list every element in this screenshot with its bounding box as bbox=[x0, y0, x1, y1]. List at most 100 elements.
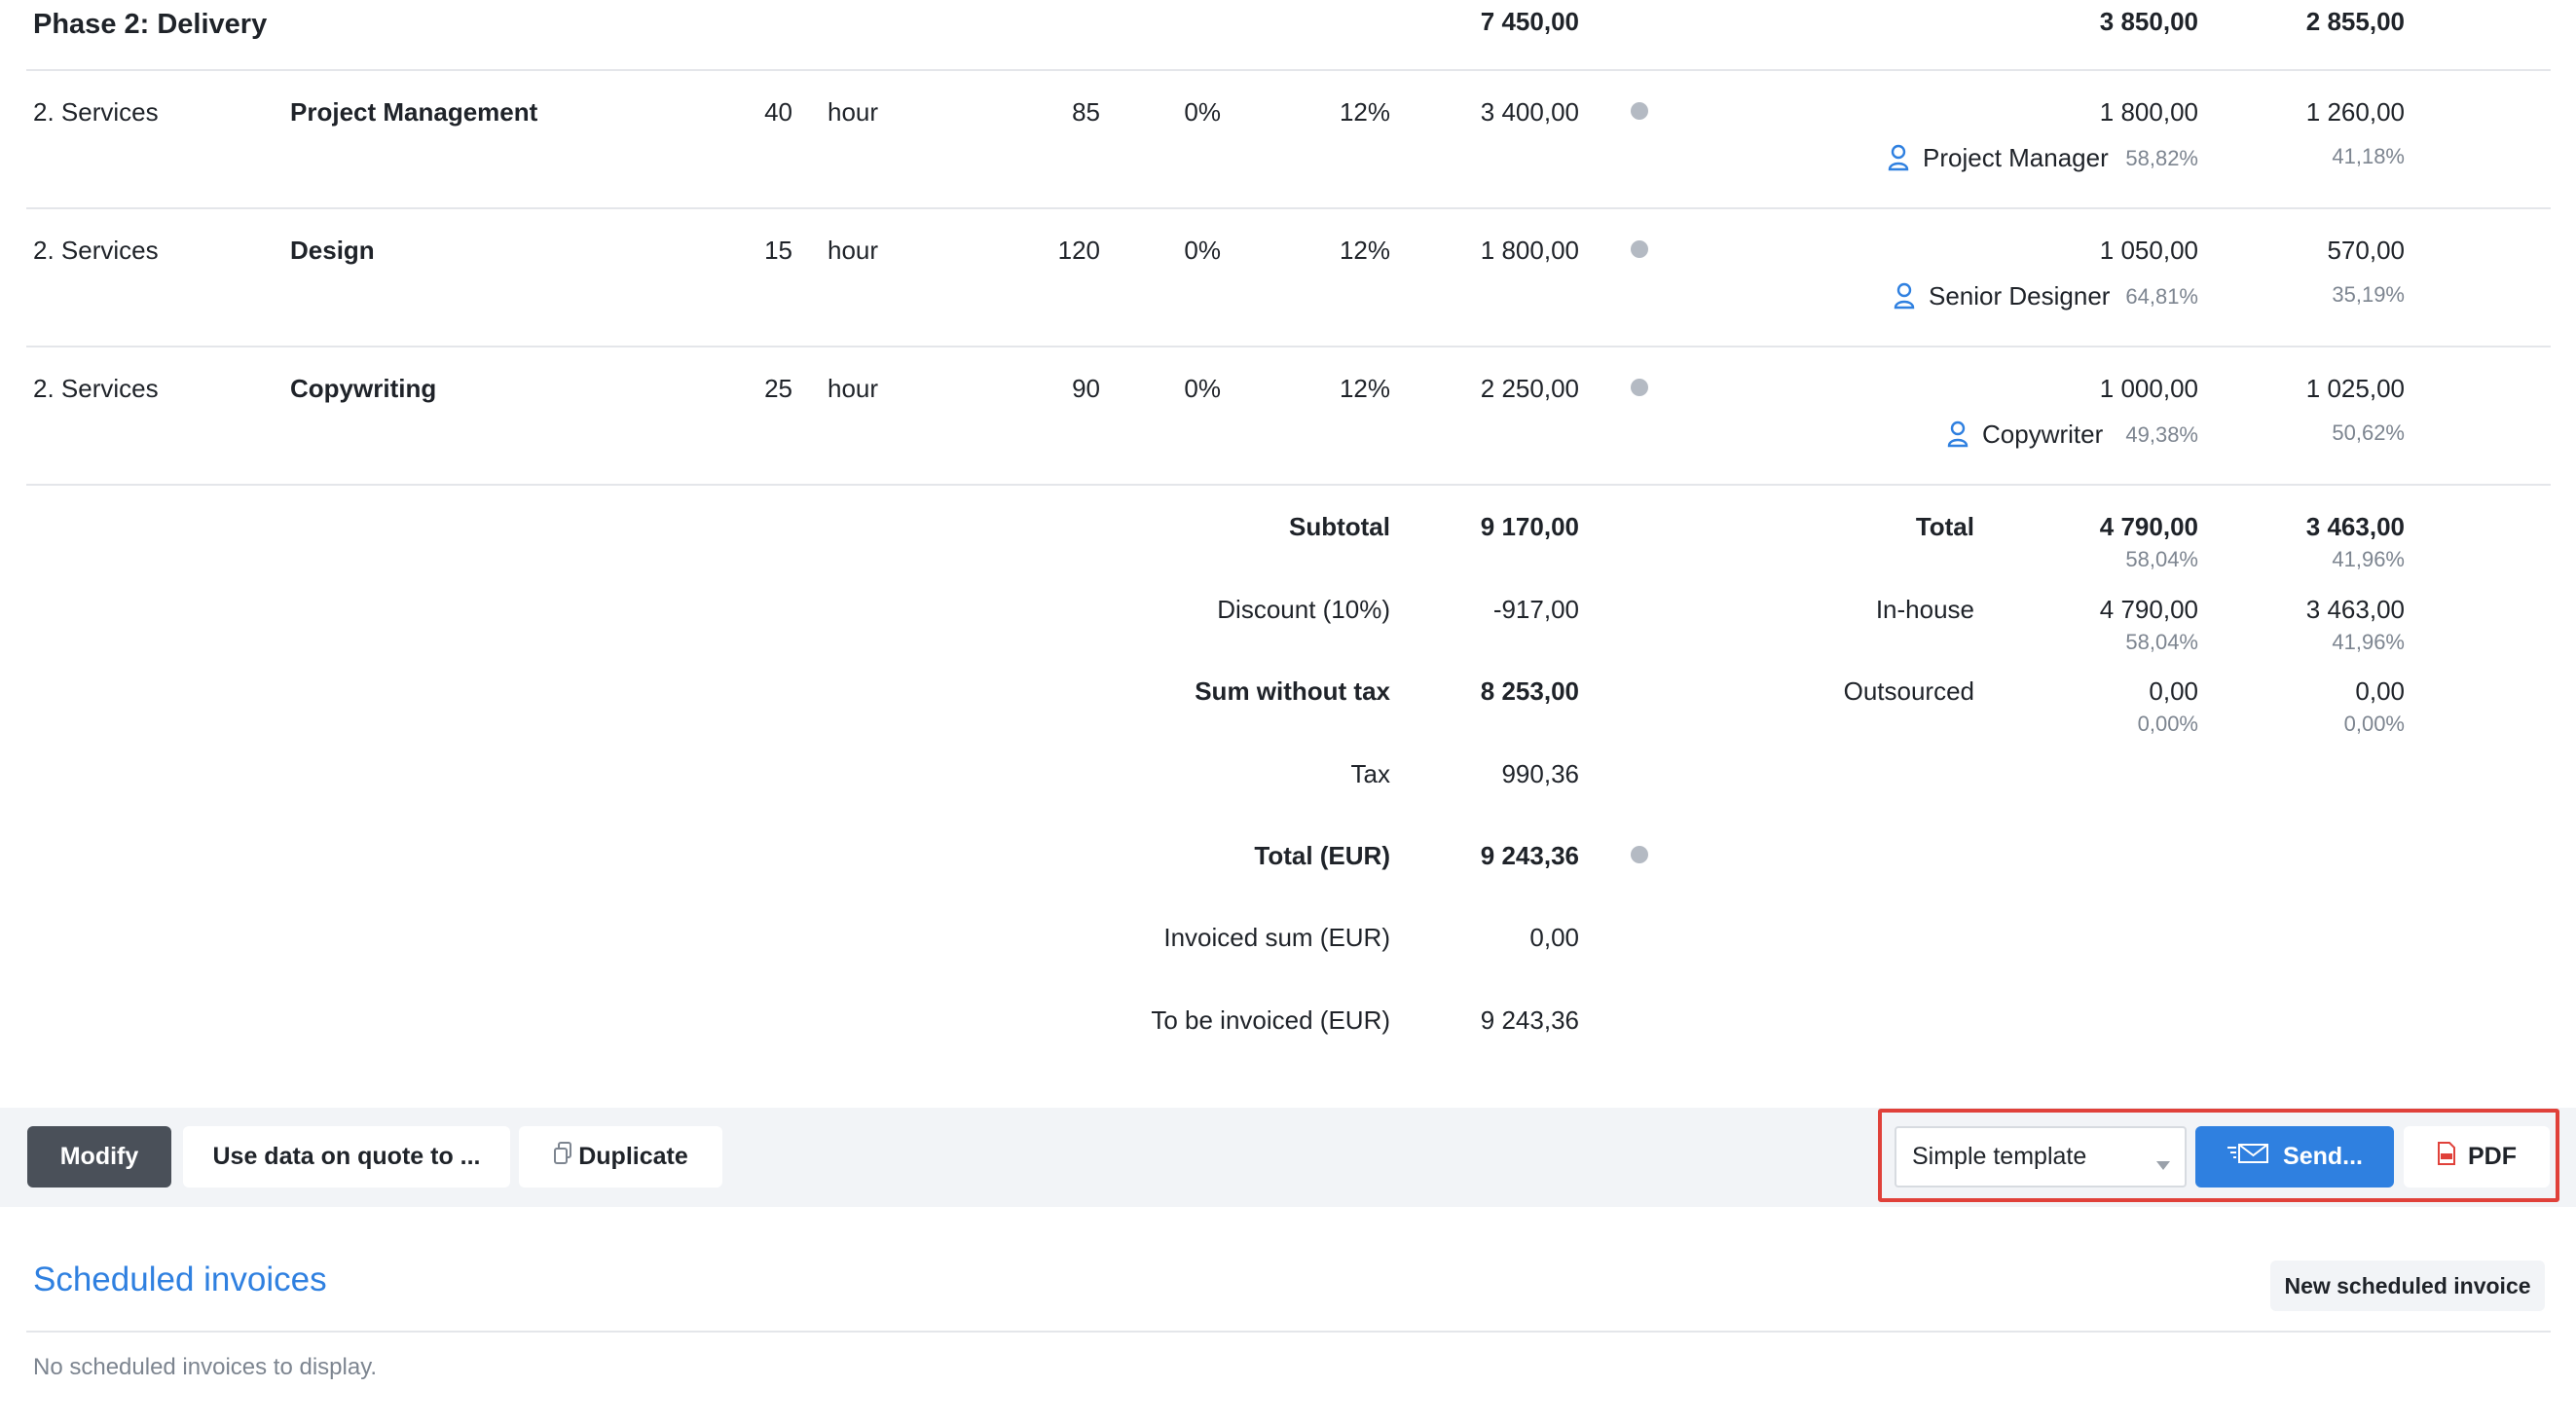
divider bbox=[26, 346, 2551, 347]
row-unit: hour bbox=[828, 236, 879, 265]
invoiced-label: Invoiced sum (EUR) bbox=[1163, 923, 1390, 952]
divider bbox=[26, 484, 2551, 486]
status-dot-icon bbox=[1631, 102, 1648, 120]
divider bbox=[26, 69, 2551, 71]
row-margin-pct: 41,18% bbox=[2332, 144, 2405, 168]
scheduled-invoices-title: Scheduled invoices bbox=[33, 1261, 327, 1298]
row-unit-price: 90 bbox=[1072, 374, 1100, 403]
row-margin-pct: 50,62% bbox=[2332, 420, 2405, 445]
pdf-button[interactable]: PDF bbox=[2404, 1126, 2550, 1188]
row-name[interactable]: Design bbox=[290, 236, 375, 265]
subtotal-value: 9 170,00 bbox=[1480, 512, 1579, 541]
person-icon bbox=[1888, 144, 1909, 171]
row-cost-pct: 49,38% bbox=[2125, 422, 2198, 447]
breakdown-outsourced-margin-pct: 0,00% bbox=[2343, 712, 2405, 736]
row-category: 2. Services bbox=[33, 236, 159, 265]
status-dot-icon bbox=[1631, 240, 1648, 258]
row-unit-price: 85 bbox=[1072, 97, 1100, 127]
phase-price: 7 450,00 bbox=[1480, 7, 1579, 36]
row-margin: 1 260,00 bbox=[2305, 97, 2405, 127]
row-cost: 1 000,00 bbox=[2099, 374, 2198, 403]
dropdown-caret-icon bbox=[2155, 1150, 2171, 1178]
template-select[interactable]: Simple template bbox=[1895, 1126, 2187, 1188]
empty-state-text: No scheduled invoices to display. bbox=[33, 1354, 378, 1380]
row-name[interactable]: Project Management bbox=[290, 97, 537, 127]
discount-label: Discount (10%) bbox=[1217, 595, 1390, 624]
breakdown-outsourced-label: Outsourced bbox=[1843, 676, 1974, 706]
invoiced-value: 0,00 bbox=[1529, 923, 1579, 952]
divider bbox=[26, 207, 2551, 209]
subtotal-label: Subtotal bbox=[1289, 512, 1390, 541]
divider bbox=[26, 1331, 2551, 1333]
new-scheduled-invoice-label: New scheduled invoice bbox=[2284, 1272, 2531, 1298]
duplicate-icon bbox=[553, 1142, 572, 1172]
row-role[interactable]: Copywriter bbox=[1982, 420, 2103, 449]
row-role[interactable]: Project Manager bbox=[1923, 143, 2109, 172]
row-qty: 15 bbox=[764, 236, 792, 265]
row-unit-price: 120 bbox=[1057, 236, 1100, 265]
breakdown-inhouse-cost-pct: 58,04% bbox=[2125, 630, 2198, 654]
row-discount: 0% bbox=[1184, 97, 1221, 127]
breakdown-total-cost: 4 790,00 bbox=[2099, 512, 2198, 541]
modify-button[interactable]: Modify bbox=[27, 1126, 171, 1188]
row-category: 2. Services bbox=[33, 374, 159, 403]
to-invoice-label: To be invoiced (EUR) bbox=[1151, 1005, 1390, 1035]
send-button-label: Send... bbox=[2283, 1143, 2363, 1170]
tax-label: Tax bbox=[1350, 759, 1390, 788]
breakdown-total-label: Total bbox=[1915, 512, 1974, 541]
row-amount: 3 400,00 bbox=[1480, 97, 1579, 127]
phase-margin: 2 855,00 bbox=[2305, 7, 2405, 36]
breakdown-outsourced-margin: 0,00 bbox=[2355, 676, 2405, 706]
breakdown-inhouse-margin: 3 463,00 bbox=[2305, 595, 2405, 624]
row-amount: 1 800,00 bbox=[1480, 236, 1579, 265]
phase-title: Phase 2: Delivery bbox=[33, 9, 268, 40]
tax-value: 990,36 bbox=[1501, 759, 1579, 788]
breakdown-total-margin: 3 463,00 bbox=[2305, 512, 2405, 541]
row-discount: 0% bbox=[1184, 374, 1221, 403]
row-margin-pct: 35,19% bbox=[2332, 282, 2405, 307]
row-unit: hour bbox=[828, 97, 879, 127]
row-unit: hour bbox=[828, 374, 879, 403]
row-cost: 1 800,00 bbox=[2099, 97, 2198, 127]
row-margin: 570,00 bbox=[2327, 236, 2405, 265]
row-category: 2. Services bbox=[33, 97, 159, 127]
row-qty: 25 bbox=[764, 374, 792, 403]
modify-button-label: Modify bbox=[59, 1143, 139, 1170]
duplicate-button[interactable]: Duplicate bbox=[519, 1126, 722, 1188]
to-invoice-value: 9 243,36 bbox=[1480, 1005, 1579, 1035]
new-scheduled-invoice-button[interactable]: New scheduled invoice bbox=[2270, 1261, 2545, 1311]
send-envelope-icon bbox=[2226, 1143, 2269, 1171]
row-cost-pct: 58,82% bbox=[2125, 146, 2198, 170]
breakdown-inhouse-margin-pct: 41,96% bbox=[2332, 630, 2405, 654]
phase-cost: 3 850,00 bbox=[2099, 7, 2198, 36]
row-name[interactable]: Copywriting bbox=[290, 374, 436, 403]
breakdown-total-cost-pct: 58,04% bbox=[2125, 547, 2198, 571]
use-data-button[interactable]: Use data on quote to ... bbox=[183, 1126, 510, 1188]
breakdown-inhouse-label: In-house bbox=[1875, 595, 1974, 624]
sum-without-tax-label: Sum without tax bbox=[1195, 676, 1390, 706]
breakdown-total-margin-pct: 41,96% bbox=[2332, 547, 2405, 571]
row-amount: 2 250,00 bbox=[1480, 374, 1579, 403]
breakdown-outsourced-cost-pct: 0,00% bbox=[2137, 712, 2198, 736]
total-value: 9 243,36 bbox=[1480, 841, 1579, 870]
row-tax: 12% bbox=[1339, 236, 1390, 265]
row-discount: 0% bbox=[1184, 236, 1221, 265]
send-button[interactable]: Send... bbox=[2195, 1126, 2394, 1188]
row-tax: 12% bbox=[1339, 374, 1390, 403]
row-cost: 1 050,00 bbox=[2099, 236, 2198, 265]
status-dot-icon bbox=[1631, 379, 1648, 396]
duplicate-button-label: Duplicate bbox=[578, 1143, 688, 1170]
row-qty: 40 bbox=[764, 97, 792, 127]
person-icon bbox=[1947, 420, 1969, 448]
sum-without-tax-value: 8 253,00 bbox=[1480, 676, 1579, 706]
template-select-value: Simple template bbox=[1912, 1143, 2087, 1170]
row-margin: 1 025,00 bbox=[2305, 374, 2405, 403]
pdf-button-label: PDF bbox=[2468, 1143, 2517, 1170]
person-icon bbox=[1894, 282, 1915, 310]
discount-value: -917,00 bbox=[1492, 595, 1579, 624]
row-role[interactable]: Senior Designer bbox=[1929, 281, 2110, 311]
breakdown-outsourced-cost: 0,00 bbox=[2149, 676, 2198, 706]
status-dot-icon bbox=[1631, 846, 1648, 863]
row-cost-pct: 64,81% bbox=[2125, 284, 2198, 309]
total-label: Total (EUR) bbox=[1254, 841, 1390, 870]
